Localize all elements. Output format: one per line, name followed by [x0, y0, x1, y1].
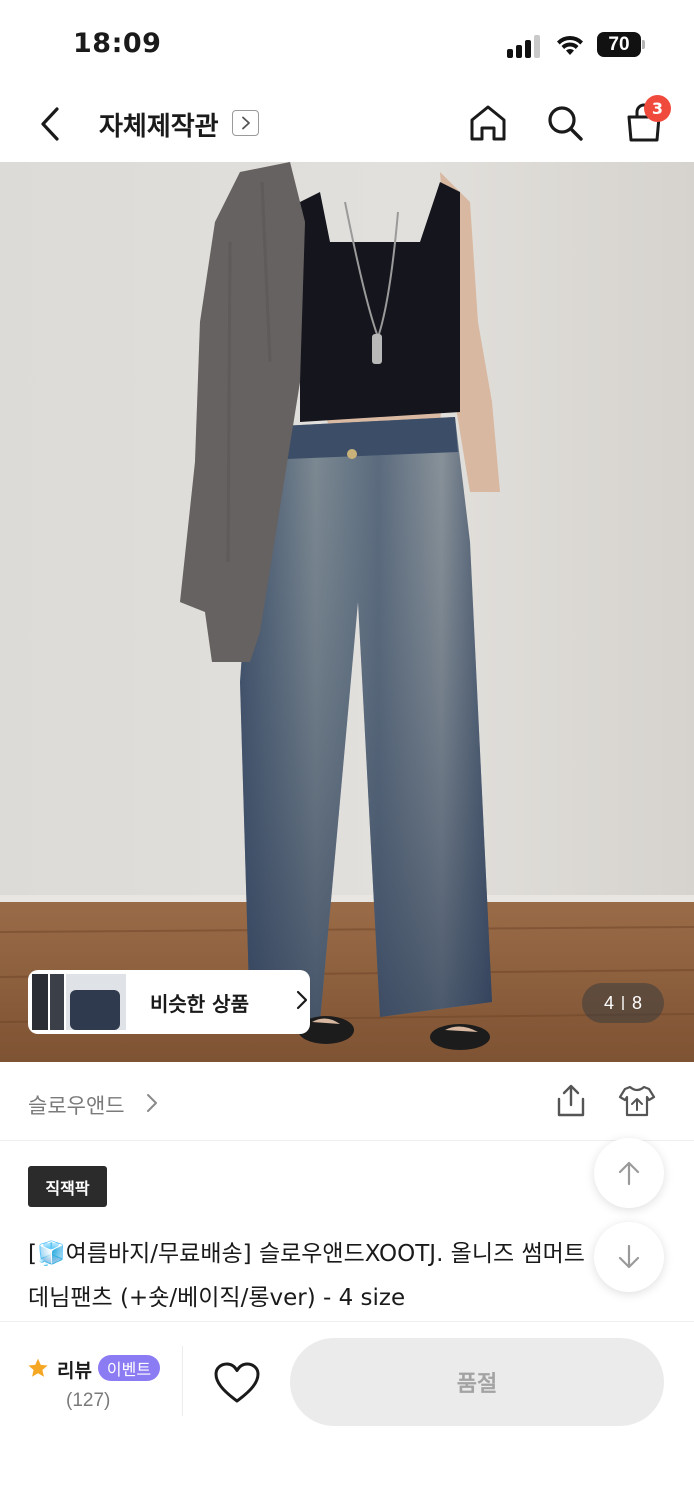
similar-products-button[interactable]: 비슷한 상품 — [28, 970, 310, 1034]
chevron-right-icon — [241, 116, 250, 130]
chevron-right-icon — [296, 990, 308, 1010]
arrow-down-icon — [618, 1244, 640, 1269]
review-count[interactable]: (127) — [66, 1390, 110, 1412]
share-icon[interactable] — [553, 1083, 589, 1119]
back-button[interactable] — [28, 102, 72, 146]
heart-icon[interactable] — [212, 1360, 262, 1406]
back-icon — [41, 107, 59, 141]
product-title: [🧊여름바지/무료배송] 슬로우앤드XOOTJ. 올니즈 썸머트 데님팬츠 (+… — [28, 1232, 608, 1320]
title-text: 여름바지/무료배송] 슬로우앤드XOOTJ. 올니즈 썸머트 데님팬츠 (+숏/… — [28, 1241, 585, 1311]
search-icon[interactable] — [543, 101, 587, 145]
review-label[interactable]: 리뷰 — [57, 1356, 92, 1383]
total-pages: 8 — [632, 992, 643, 1013]
arrow-up-icon — [618, 1161, 640, 1186]
top-nav: 자체제작관 — [0, 86, 694, 162]
brand-row: 슬로우앤드 — [0, 1063, 694, 1141]
similar-products-thumbnails — [32, 974, 126, 1030]
home-icon[interactable] — [466, 101, 510, 145]
store-title[interactable]: 자체제작관 — [99, 106, 219, 143]
signal-icon — [507, 34, 543, 58]
divider — [182, 1346, 183, 1416]
similar-products-label: 비슷한 상품 — [150, 992, 249, 1016]
brand-link[interactable]: 슬로우앤드 — [28, 1090, 125, 1120]
current-page: 4 — [603, 992, 614, 1013]
scroll-up-button[interactable] — [594, 1138, 664, 1208]
store-title-chevron[interactable] — [232, 110, 259, 136]
wifi-icon — [557, 35, 583, 55]
status-bar: 18:09 70 — [0, 0, 694, 86]
cart-count-badge: 3 — [644, 95, 671, 122]
soldout-button[interactable]: 품절 — [290, 1338, 664, 1426]
scroll-down-button[interactable] — [594, 1222, 664, 1292]
bottom-action-bar: 리뷰 이벤트 (127) 품절 — [0, 1321, 694, 1500]
image-page-counter: 4 8 — [582, 983, 664, 1023]
status-time: 18:09 — [73, 28, 162, 59]
title-prefix: [ — [28, 1241, 37, 1267]
fitting-icon[interactable] — [617, 1083, 657, 1119]
ice-cube-icon: 🧊 — [36, 1241, 66, 1267]
event-badge: 이벤트 — [98, 1355, 160, 1381]
battery-icon: 70 — [597, 32, 645, 57]
product-photo — [0, 162, 694, 1062]
product-tag-badge: 직잭팍 — [28, 1166, 107, 1207]
product-image[interactable] — [0, 162, 694, 1062]
battery-level: 70 — [597, 32, 641, 57]
chevron-right-icon — [147, 1094, 157, 1112]
star-icon — [28, 1358, 48, 1377]
